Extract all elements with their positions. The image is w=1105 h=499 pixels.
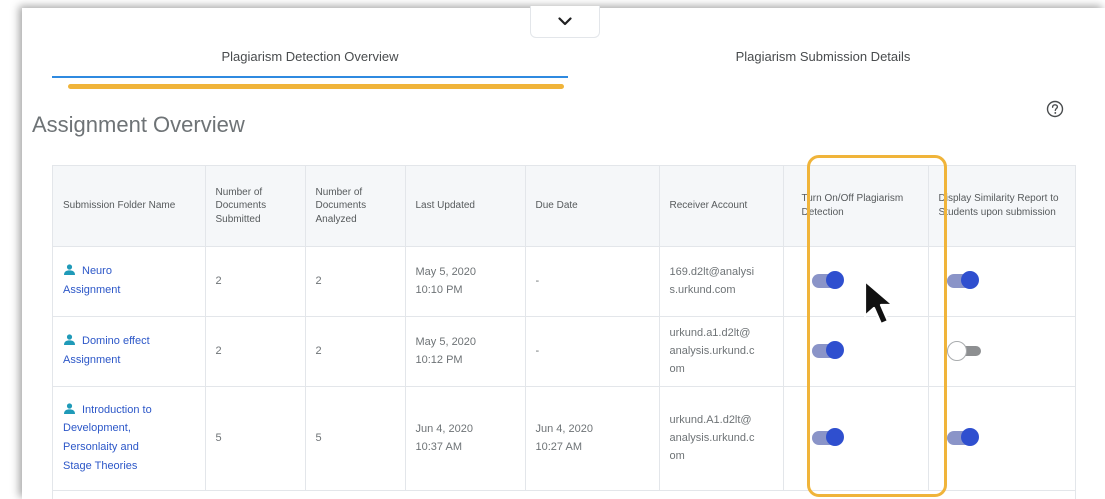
folder-link-domino-effect[interactable]: Domino effect Assignment [63, 332, 195, 369]
user-icon [64, 403, 75, 414]
plagiarism-panel: Plagiarism Detection Overview Plagiarism… [22, 6, 1105, 499]
due-date: - [525, 316, 660, 387]
tab-plagiarism-overview[interactable]: Plagiarism Detection Overview [52, 38, 568, 78]
last-updated: May 5, 2020 10:10 PM [405, 246, 526, 317]
last-updated: Jun 4, 2020 10:37 AM [405, 386, 526, 491]
folder-link-introduction-to-development[interactable]: Introduction to Development, Personlaity a… [63, 401, 195, 476]
plagiarism-detection-toggle[interactable] [811, 428, 844, 447]
similarity-report-toggle[interactable] [946, 271, 979, 290]
toggle-knob [946, 341, 967, 362]
user-icon [64, 334, 75, 346]
column-header: Display Similarity Report to Students up… [928, 166, 1075, 247]
documents-submitted: 2 [205, 246, 306, 317]
plagiarism-detection-toggle[interactable] [811, 341, 844, 360]
toggle-knob [960, 271, 979, 290]
mouse-pointer-icon [863, 279, 895, 326]
page-title: Assignment Overview [32, 112, 245, 137]
toggle-knob [825, 271, 844, 290]
column-header: Last Updated [405, 166, 526, 247]
tab-highlight-marker [68, 84, 564, 89]
column-header: Submission Folder Name [53, 166, 206, 247]
table-header-row: Submission Folder Name Number of Documen… [53, 166, 1075, 247]
table-row: Neuro Assignment 2 2 May 5, 2020 10:10 PM … [53, 246, 1075, 317]
tab-submission-details[interactable]: Plagiarism Submission Details [568, 38, 1078, 78]
folder-link-neuro[interactable]: Neuro Assignment [63, 262, 195, 299]
toggle-knob [825, 428, 844, 447]
column-header: Receiver Account [659, 166, 784, 247]
documents-analyzed: 2 [305, 246, 406, 317]
documents-submitted: 2 [205, 316, 306, 387]
similarity-report-toggle[interactable] [946, 341, 981, 362]
column-header: Turn On/Off Plagiarism Detection [783, 166, 929, 247]
column-header: Due Date [525, 166, 660, 247]
assignment-table: Submission Folder Name Number of Documen… [52, 165, 1076, 499]
table-row: Introduction to Development, Personlaity a… [53, 386, 1075, 491]
plagiarism-detection-toggle[interactable] [811, 271, 844, 290]
documents-submitted: 5 [205, 386, 306, 491]
receiver-account: 169.d2lt@analysi s.urkund.com [659, 246, 784, 317]
table-row: Domino effect Assignment 2 2 May 5, 2020 1… [53, 316, 1075, 387]
receiver-account: urkund.A1.d2lt@ analysis.urkund.c om [659, 386, 784, 491]
last-updated: May 5, 2020 10:12 PM [405, 316, 526, 387]
collapse-toggle-button[interactable] [530, 6, 600, 38]
toggle-knob [825, 341, 844, 360]
column-header: Number of Documents Submitted [205, 166, 306, 247]
due-date: Jun 4, 2020 10:27 AM [525, 386, 660, 491]
similarity-report-toggle[interactable] [946, 428, 979, 447]
tab-bar: Plagiarism Detection Overview Plagiarism… [22, 38, 1105, 78]
documents-analyzed: 2 [305, 316, 406, 387]
receiver-account: urkund.a1.d2lt@ analysis.urkund.c om [659, 316, 784, 387]
column-header: Number of Documents Analyzed [305, 166, 406, 247]
help-icon[interactable] [1045, 99, 1065, 119]
user-icon [64, 264, 75, 276]
documents-analyzed: 5 [305, 386, 406, 491]
due-date: - [525, 246, 660, 317]
toggle-knob [960, 428, 979, 447]
chevron-down-icon [558, 17, 572, 26]
